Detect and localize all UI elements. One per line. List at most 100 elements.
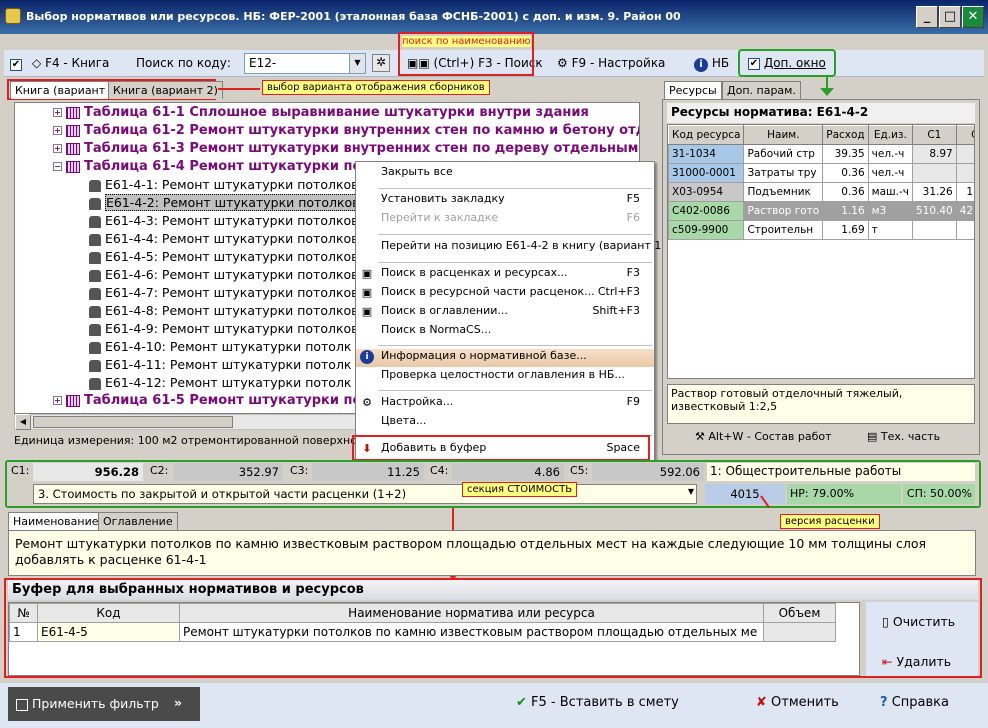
tab-toc[interactable]: Оглавление bbox=[98, 512, 178, 530]
chevron-down-icon[interactable]: ▼ bbox=[349, 54, 365, 73]
table-row[interactable]: 31000-0001 Затраты тру 0.36 чел.-ч bbox=[668, 163, 974, 183]
table-icon bbox=[66, 142, 80, 155]
book-button[interactable]: ◇ F4 - Книга bbox=[32, 56, 109, 70]
delete-row-icon: ⇤ bbox=[882, 654, 893, 669]
menu-item-search-toc[interactable]: ▣ Поиск в оглавлении... Shift+F3 bbox=[356, 304, 654, 322]
nb-button[interactable]: i НБ bbox=[694, 56, 729, 72]
search-code-label: Поиск по коду: bbox=[136, 56, 231, 70]
tree-table-row[interactable]: − Таблица 61-4 Ремонт штукатурки по bbox=[53, 159, 361, 174]
tree-item[interactable]: Е61-4-4: Ремонт штукатурки потолков bbox=[89, 231, 359, 246]
menu-item-close-all[interactable]: Закрыть все bbox=[356, 165, 654, 183]
tree-item[interactable]: Е61-4-9: Ремонт штукатурки потолков bbox=[89, 321, 359, 336]
bottom-bar: Применить фильтр » ✔ F5 - Вставить в сме… bbox=[0, 683, 988, 728]
col-header[interactable]: № bbox=[9, 603, 38, 623]
menu-item-goto-position[interactable]: Перейти на позицию Е61-4-2 в книгу (вари… bbox=[356, 239, 666, 257]
tab-book-variant-2[interactable]: Книга (вариант 2) bbox=[108, 81, 223, 99]
col-header[interactable]: Наим. bbox=[743, 125, 824, 145]
cancel-button[interactable]: ✘ Отменить bbox=[756, 695, 839, 710]
tree-item[interactable]: Е61-4-8: Ремонт штукатурки потолков bbox=[89, 303, 359, 318]
filter-more-button[interactable]: » bbox=[174, 695, 182, 710]
nr-value: НР: 79.00% bbox=[787, 484, 901, 504]
table-row[interactable]: Х03-0954 Подъемник 0.36 маш.-ч 31.26 13.… bbox=[668, 182, 974, 202]
tree-item[interactable]: Е61-4-3: Ремонт штукатурки потолков bbox=[89, 213, 359, 228]
lock-icon bbox=[89, 359, 101, 372]
menu-item-colors[interactable]: Цвета... bbox=[356, 414, 654, 432]
tree-item[interactable]: Е61-4-12: Ремонт штукатурки потолк bbox=[89, 375, 351, 390]
tree-table-row[interactable]: + Таблица 61-3 Ремонт штукатурки внутренн… bbox=[53, 141, 639, 156]
col-header[interactable]: С1 bbox=[911, 125, 957, 145]
c1-value: 956.28 bbox=[33, 463, 143, 481]
toolbar-checkbox[interactable]: ✔ bbox=[10, 58, 22, 71]
filter-checkbox[interactable] bbox=[16, 698, 28, 711]
col-header[interactable]: Код bbox=[37, 603, 180, 623]
clear-button[interactable]: ▯ Очистить bbox=[882, 614, 955, 629]
col-header[interactable]: Ед.из. bbox=[867, 125, 913, 145]
col-header[interactable]: С2 bbox=[955, 125, 974, 145]
col-header[interactable]: Наименование норматива или ресурса bbox=[179, 603, 764, 623]
tree-item[interactable]: Е61-4-1: Ремонт штукатурки потолков bbox=[89, 177, 359, 192]
menu-item-set-bookmark[interactable]: Установить закладку F5 bbox=[356, 192, 654, 210]
table-row[interactable]: 31-1034 Рабочий стр 39.35 чел.-ч 8.97 bbox=[668, 144, 974, 164]
menu-item-search-prices[interactable]: ▣ Поиск в расценках и ресурсах... F3 bbox=[356, 266, 654, 284]
menu-separator bbox=[378, 234, 652, 235]
buffer-table-wrap: № Код Наименование норматива или ресурса… bbox=[8, 602, 860, 676]
tree-item[interactable]: Е61-4-6: Ремонт штукатурки потолков bbox=[89, 267, 359, 282]
scroll-thumb[interactable] bbox=[33, 416, 233, 428]
tab-resources[interactable]: Ресурсы bbox=[664, 81, 722, 99]
code-search-input[interactable]: E12- ▼ bbox=[244, 53, 366, 74]
binoculars-icon: ▣ bbox=[361, 286, 373, 299]
cost-section-annotation: секция СТОИМОСТЬ bbox=[462, 482, 578, 497]
help-button[interactable]: ? Справка bbox=[880, 695, 949, 710]
scroll-left-icon[interactable]: ◀ bbox=[15, 414, 31, 430]
buffer-title: Буфер для выбранных нормативов и ресурсо… bbox=[8, 580, 978, 600]
menu-item-search-normacs[interactable]: Поиск в NormaCS... bbox=[356, 323, 654, 341]
tree-table-row[interactable]: + Таблица 61-2 Ремонт штукатурки внутренн… bbox=[53, 123, 639, 138]
c4-label: С4: bbox=[430, 464, 449, 477]
menu-item-check-integrity[interactable]: Проверка целостности оглавления в НБ... bbox=[356, 368, 654, 386]
close-icon: ✘ bbox=[756, 695, 767, 710]
tree-table-row[interactable]: + Таблица 61-5 Ремонт штукатурки по bbox=[53, 393, 361, 408]
tree-table-row[interactable]: + Таблица 61-1 Сплошное выравнивание штук… bbox=[53, 105, 589, 120]
chevron-down-icon[interactable]: ▼ bbox=[688, 487, 694, 496]
minimize-button[interactable]: _ bbox=[916, 6, 938, 28]
table-icon bbox=[66, 124, 80, 137]
green-arrow-head bbox=[820, 88, 834, 96]
add-buffer-annotation-box bbox=[352, 435, 650, 461]
tree-item[interactable]: Е61-4-7: Ремонт штукатурки потолков bbox=[89, 285, 359, 300]
col-header[interactable]: Код ресурса bbox=[668, 125, 745, 145]
table-row[interactable]: С402-0086 Раствор гото 1.16 м3 510.40 42… bbox=[668, 201, 974, 221]
table-icon bbox=[66, 106, 80, 119]
settings-button[interactable]: ⚙ F9 - Настройка bbox=[557, 56, 665, 70]
tree-item[interactable]: Е61-4-5: Ремонт штукатурки потолков bbox=[89, 249, 359, 264]
composition-button[interactable]: ⚒ Alt+W - Состав работ bbox=[695, 430, 832, 443]
table-icon bbox=[66, 394, 80, 407]
lock-icon bbox=[89, 233, 101, 246]
tech-part-button[interactable]: ▤ Тех. часть bbox=[867, 430, 940, 443]
filter-toggle[interactable]: Применить фильтр » bbox=[8, 687, 200, 721]
col-header[interactable]: Расход bbox=[822, 125, 869, 145]
menu-item-db-info[interactable]: i Информация о нормативной базе... bbox=[356, 349, 654, 367]
tree-item[interactable]: Е61-4-10: Ремонт штукатурки потолк bbox=[89, 339, 351, 354]
insert-button[interactable]: ✔ F5 - Вставить в смету bbox=[516, 695, 679, 710]
tree-item[interactable]: Е61-4-11: Ремонт штукатурки потолк bbox=[89, 357, 351, 372]
table-row[interactable]: с509-9900 Строительн 1.69 т bbox=[668, 220, 974, 240]
cost-select[interactable]: 3. Стоимость по закрытой и открытой част… bbox=[33, 484, 697, 504]
tab-name[interactable]: Наименование bbox=[8, 512, 104, 530]
c5-label: С5: bbox=[570, 464, 589, 477]
menu-item-goto-bookmark[interactable]: Перейти к закладке F6 bbox=[356, 211, 654, 229]
table-row[interactable]: 1 Е61-4-5 Ремонт штукатурки потолков по … bbox=[9, 622, 836, 642]
col-header[interactable]: Объем bbox=[763, 603, 836, 623]
tab-extra-params[interactable]: Доп. парам. bbox=[722, 81, 801, 99]
extra-window-annotation-box bbox=[738, 49, 836, 77]
gear-icon[interactable]: ✲ bbox=[372, 54, 390, 72]
delete-button[interactable]: ⇤ Удалить bbox=[882, 654, 951, 669]
buffer-table: № Код Наименование норматива или ресурса… bbox=[9, 603, 836, 642]
window-title: Выбор нормативов или ресурсов. НБ: ФЕР-2… bbox=[26, 10, 681, 23]
menu-item-search-resources[interactable]: ▣ Поиск в ресурсной части расценок... Ctrl… bbox=[356, 285, 654, 303]
variant-arrow-line bbox=[218, 88, 260, 90]
menu-item-settings[interactable]: ⚙ Настройка... F9 bbox=[356, 395, 654, 413]
tree-item-selected[interactable]: Е61-4-2: Ремонт штукатурки потолков bbox=[89, 194, 361, 211]
maximize-button[interactable]: □ bbox=[939, 6, 961, 28]
close-button[interactable]: ✕ bbox=[962, 6, 984, 28]
lock-icon bbox=[89, 341, 101, 354]
